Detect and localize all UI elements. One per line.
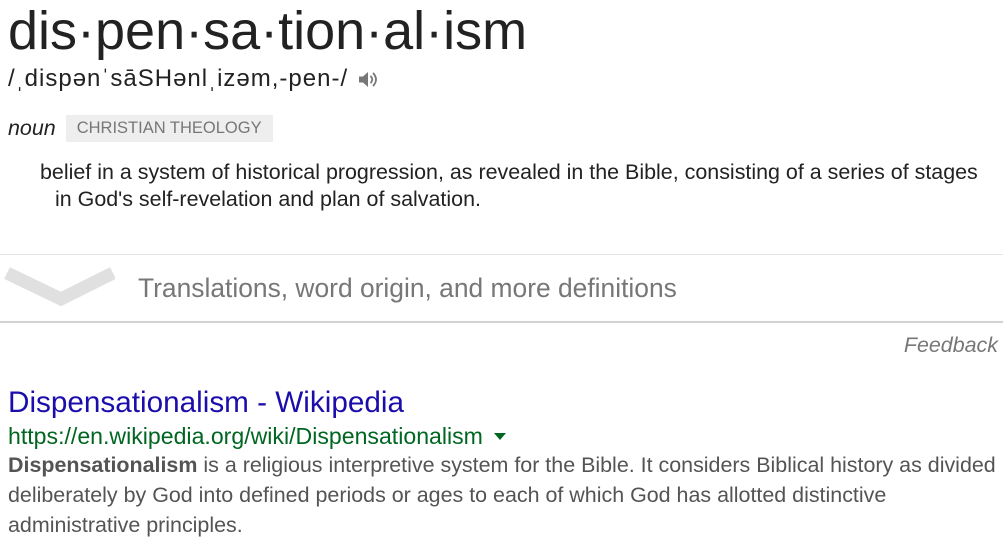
snippet-highlight: Dispensationalism	[8, 453, 198, 477]
result-url: https://en.wikipedia.org/wiki/Dispensati…	[8, 423, 483, 449]
phonetic-spelling: /ˌdispənˈsāSHənlˌizəm,-pen-/	[8, 65, 349, 92]
definition-text: belief in a system of historical progres…	[40, 160, 978, 211]
speaker-icon[interactable]	[358, 70, 380, 89]
part-of-speech: noun	[8, 116, 56, 140]
result-title-link[interactable]: Dispensationalism - Wikipedia	[8, 386, 404, 420]
dropdown-arrow-icon[interactable]	[493, 432, 506, 441]
subject-label-badge: CHRISTIAN THEOLOGY	[65, 115, 273, 142]
pronunciation-row: /ˌdispənˈsāSHənlˌizəm,-pen-/	[8, 65, 380, 93]
result-snippet: Dispensationalism is a religious interpr…	[8, 450, 1001, 540]
dictionary-word: dis·pen·sa·tion·al·ism	[8, 1, 528, 61]
word-class-row: noun CHRISTIAN THEOLOGY	[8, 115, 273, 142]
more-definitions-expander[interactable]: Translations, word origin, and more defi…	[0, 254, 1003, 323]
more-definitions-label: Translations, word origin, and more defi…	[138, 273, 677, 303]
result-url-row: https://en.wikipedia.org/wiki/Dispensati…	[8, 423, 506, 450]
feedback-link[interactable]: Feedback	[904, 333, 998, 358]
chevron-down-icon	[4, 267, 115, 307]
